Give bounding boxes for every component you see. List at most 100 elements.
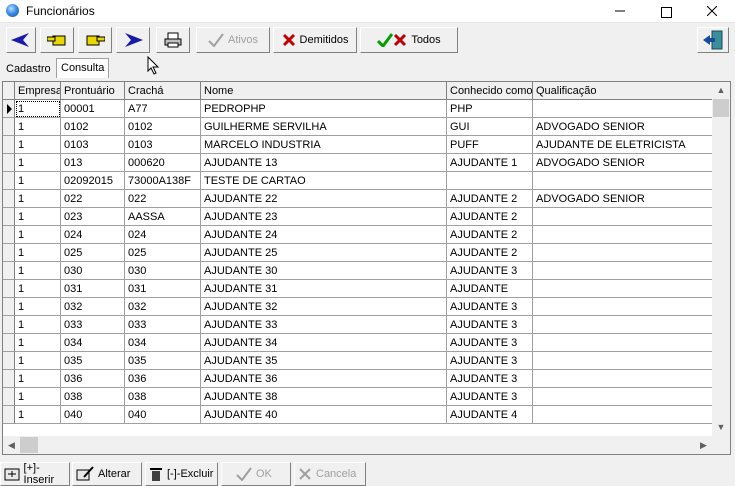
header-prontuario[interactable]: Prontuário — [61, 82, 125, 100]
cell-qualificacao[interactable] — [533, 280, 713, 298]
row-indicator[interactable] — [3, 280, 15, 298]
horizontal-scrollbar[interactable]: ◀ ▶ — [3, 436, 712, 454]
row-indicator[interactable] — [3, 388, 15, 406]
cell-cracha[interactable]: 030 — [125, 262, 201, 280]
cell-empresa[interactable]: 1 — [15, 370, 61, 388]
cell-nome[interactable]: MARCELO INDUSTRIA — [201, 136, 447, 154]
cell-prontuario[interactable]: 0102 — [61, 118, 125, 136]
cell-prontuario[interactable]: 013 — [61, 154, 125, 172]
cell-cracha[interactable]: 0102 — [125, 118, 201, 136]
cell-conhecido-como[interactable]: AJUDANTE 2 — [447, 244, 533, 262]
scroll-right-icon[interactable]: ▶ — [695, 436, 712, 454]
cell-nome[interactable]: GUILHERME SERVILHA — [201, 118, 447, 136]
table-row[interactable]: 1 00001 A77 PEDROPHP PHP — [3, 100, 713, 118]
cell-cracha[interactable]: 022 — [125, 190, 201, 208]
cell-prontuario[interactable]: 022 — [61, 190, 125, 208]
cell-cracha[interactable]: 040 — [125, 406, 201, 424]
cell-cracha[interactable]: 034 — [125, 334, 201, 352]
print-button[interactable] — [156, 27, 190, 53]
minimize-button[interactable] — [597, 0, 643, 22]
table-row[interactable]: 1 022 022 AJUDANTE 22 AJUDANTE 2 ADVOGADO SEN… — [3, 190, 713, 208]
cell-conhecido-como[interactable]: GUI — [447, 118, 533, 136]
demitidos-button[interactable]: Demitidos — [273, 27, 357, 53]
cell-empresa[interactable]: 1 — [15, 118, 61, 136]
cell-empresa[interactable]: 1 — [15, 388, 61, 406]
cell-empresa[interactable]: 1 — [15, 190, 61, 208]
scroll-down-icon[interactable]: ▼ — [712, 419, 730, 436]
table-row[interactable]: 1 036 036 AJUDANTE 36 AJUDANTE 3 — [3, 370, 713, 388]
maximize-button[interactable] — [643, 0, 689, 22]
row-indicator[interactable] — [3, 190, 15, 208]
cell-prontuario[interactable]: 032 — [61, 298, 125, 316]
row-indicator[interactable] — [3, 118, 15, 136]
cell-cracha[interactable]: A77 — [125, 100, 201, 118]
cell-conhecido-como[interactable]: PHP — [447, 100, 533, 118]
table-row[interactable]: 1 034 034 AJUDANTE 34 AJUDANTE 3 — [3, 334, 713, 352]
cell-conhecido-como[interactable] — [447, 172, 533, 190]
cell-qualificacao[interactable] — [533, 208, 713, 226]
cell-empresa[interactable]: 1 — [15, 208, 61, 226]
cell-conhecido-como[interactable]: AJUDANTE 3 — [447, 298, 533, 316]
row-indicator[interactable] — [3, 154, 15, 172]
cell-nome[interactable]: AJUDANTE 35 — [201, 352, 447, 370]
row-indicator[interactable] — [3, 316, 15, 334]
cell-qualificacao[interactable] — [533, 370, 713, 388]
table-row[interactable]: 1 02092015 73000A138F TESTE DE CARTAO — [3, 172, 713, 190]
cell-nome[interactable]: AJUDANTE 40 — [201, 406, 447, 424]
header-qualificacao[interactable]: Qualificação — [533, 82, 713, 100]
cell-prontuario[interactable]: 030 — [61, 262, 125, 280]
cell-nome[interactable]: AJUDANTE 23 — [201, 208, 447, 226]
row-indicator[interactable] — [3, 136, 15, 154]
table-row[interactable]: 1 030 030 AJUDANTE 30 AJUDANTE 3 — [3, 262, 713, 280]
cell-qualificacao[interactable] — [533, 334, 713, 352]
previous-record-button[interactable] — [40, 27, 74, 53]
cell-conhecido-como[interactable]: AJUDANTE 3 — [447, 352, 533, 370]
horizontal-scroll-thumb[interactable] — [20, 437, 38, 453]
cell-cracha[interactable]: 0103 — [125, 136, 201, 154]
table-row[interactable]: 1 0103 0103 MARCELO INDUSTRIA PUFF AJUDANTE D… — [3, 136, 713, 154]
table-row[interactable]: 1 038 038 AJUDANTE 38 AJUDANTE 3 — [3, 388, 713, 406]
cell-cracha[interactable]: 024 — [125, 226, 201, 244]
close-button[interactable] — [689, 0, 735, 22]
cell-qualificacao[interactable] — [533, 298, 713, 316]
cell-qualificacao[interactable]: AJUDANTE DE ELETRICISTA — [533, 136, 713, 154]
cell-empresa[interactable]: 1 — [15, 280, 61, 298]
employees-grid[interactable]: Empresa Prontuário Crachá Nome Conhecido… — [2, 81, 731, 455]
cell-cracha[interactable]: 025 — [125, 244, 201, 262]
row-indicator[interactable] — [3, 244, 15, 262]
cell-prontuario[interactable]: 00001 — [61, 100, 125, 118]
cell-cracha[interactable]: 036 — [125, 370, 201, 388]
cell-conhecido-como[interactable]: AJUDANTE 3 — [447, 262, 533, 280]
row-indicator[interactable] — [3, 406, 15, 424]
cell-prontuario[interactable]: 031 — [61, 280, 125, 298]
cell-empresa[interactable]: 1 — [15, 334, 61, 352]
cell-nome[interactable]: AJUDANTE 38 — [201, 388, 447, 406]
table-row[interactable]: 1 013 000620 AJUDANTE 13 AJUDANTE 1 ADVOGADO … — [3, 154, 713, 172]
cell-cracha[interactable]: 038 — [125, 388, 201, 406]
cell-cracha[interactable]: 73000A138F — [125, 172, 201, 190]
row-indicator[interactable] — [3, 370, 15, 388]
cell-prontuario[interactable]: 0103 — [61, 136, 125, 154]
inserir-button[interactable]: [+]-Inserir — [0, 462, 70, 486]
cell-conhecido-como[interactable]: AJUDANTE 1 — [447, 154, 533, 172]
cell-qualificacao[interactable]: ADVOGADO SENIOR — [533, 118, 713, 136]
cell-nome[interactable]: AJUDANTE 34 — [201, 334, 447, 352]
cell-conhecido-como[interactable]: AJUDANTE 3 — [447, 316, 533, 334]
cell-prontuario[interactable]: 033 — [61, 316, 125, 334]
cell-nome[interactable]: AJUDANTE 24 — [201, 226, 447, 244]
cell-conhecido-como[interactable]: AJUDANTE 2 — [447, 226, 533, 244]
row-indicator[interactable] — [3, 334, 15, 352]
table-row[interactable]: 1 040 040 AJUDANTE 40 AJUDANTE 4 — [3, 406, 713, 424]
exit-button[interactable] — [697, 27, 729, 53]
vertical-scrollbar[interactable]: ▲ ▼ — [712, 82, 730, 436]
cell-empresa[interactable]: 1 — [15, 226, 61, 244]
cell-cracha[interactable]: 035 — [125, 352, 201, 370]
cancela-button[interactable]: Cancela — [294, 462, 366, 486]
cell-empresa[interactable]: 1 — [15, 262, 61, 280]
cell-qualificacao[interactable] — [533, 262, 713, 280]
tab-cadastro[interactable]: Cadastro — [2, 60, 55, 78]
table-row[interactable]: 1 032 032 AJUDANTE 32 AJUDANTE 3 — [3, 298, 713, 316]
cell-empresa[interactable]: 1 — [15, 406, 61, 424]
cell-empresa[interactable]: 1 — [15, 316, 61, 334]
table-row[interactable]: 1 031 031 AJUDANTE 31 AJUDANTE — [3, 280, 713, 298]
